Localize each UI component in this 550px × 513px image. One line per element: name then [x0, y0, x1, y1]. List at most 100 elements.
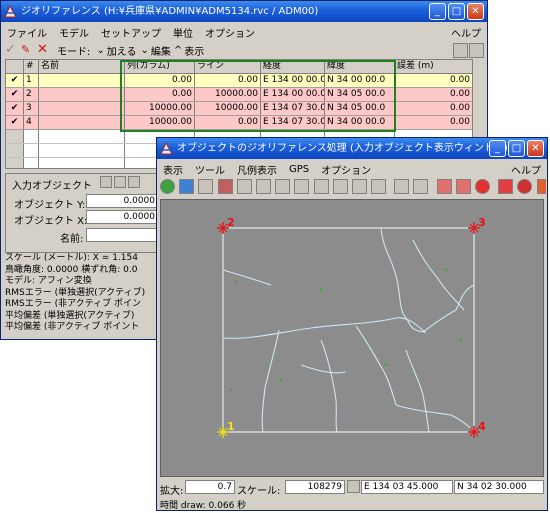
menu-tools[interactable]: ツール: [189, 162, 231, 177]
zoom-full-icon[interactable]: [332, 179, 348, 194]
minimize-button[interactable]: _: [489, 140, 506, 157]
point-label-4: 4: [478, 420, 486, 433]
main-title-bar[interactable]: ジオリファレンス (H:¥兵庫県¥ADMIN¥ADM5134.rvc / ADM…: [1, 1, 487, 22]
map-canvas[interactable]: 2 3 4 1: [160, 199, 544, 477]
object-x-label: オブジェクト X:: [14, 216, 88, 227]
row-name[interactable]: [39, 88, 125, 101]
minimize-button[interactable]: _: [429, 3, 446, 20]
main-title: ジオリファレンス (H:¥兵庫県¥ADMIN¥ADM5134.rvc / ADM…: [21, 6, 319, 17]
crosshair-icon[interactable]: [236, 179, 252, 194]
menu-legend[interactable]: 凡例表示: [231, 162, 283, 177]
full-view-icon[interactable]: [198, 179, 214, 194]
info-rms-active: RMSエラー (単独選択(アクティブ): [5, 287, 146, 298]
move-icon[interactable]: [217, 179, 233, 194]
object-y-field[interactable]: 0.0000: [86, 194, 158, 208]
app-icon: [160, 142, 173, 155]
coordinate-pick-icon[interactable]: [347, 480, 360, 493]
header-num: #: [24, 60, 39, 73]
edit-mode-label[interactable]: 編集: [151, 43, 171, 58]
add-row-icon[interactable]: [453, 42, 468, 58]
name-label: 名前:: [60, 234, 84, 245]
zoom-label: 拡大:: [160, 486, 184, 497]
object-x-field[interactable]: 0.0000: [86, 210, 158, 224]
info-scale: スケール (メートル): X = 1.154: [5, 253, 138, 263]
zoom-out-icon[interactable]: [294, 179, 310, 194]
menu-gps[interactable]: GPS: [283, 164, 315, 175]
menu-help[interactable]: ヘルプ: [505, 162, 547, 177]
select-icon[interactable]: [394, 179, 410, 194]
edit-icon[interactable]: [413, 179, 429, 194]
display-mode-label[interactable]: 表示: [184, 43, 204, 58]
search-icon[interactable]: [498, 179, 514, 194]
menu-help[interactable]: ヘルプ: [445, 25, 487, 40]
view-title: オブジェクトのジオリファレンス処理 (入力オブジェクト表示ウィンドウ): [177, 143, 508, 154]
row-name[interactable]: [39, 74, 125, 87]
row-active-check-icon[interactable]: ✔: [6, 102, 24, 115]
row-error: 0.00: [449, 75, 470, 85]
input-tool-1-icon[interactable]: [100, 176, 112, 188]
delete-icon[interactable]: ✕: [37, 43, 52, 58]
input-object-panel: 入力オブジェクト オブジェクト Y: 0.0000 オブジェクト X: 0.00…: [5, 173, 158, 253]
object-view-window: オブジェクトのジオリファレンス処理 (入力オブジェクト表示ウィンドウ) _ □ …: [156, 137, 548, 511]
close-button[interactable]: ✕: [527, 140, 544, 157]
row-active-check-icon[interactable]: ✔: [6, 74, 24, 87]
highlight-box: [120, 60, 396, 132]
input-tool-2-icon[interactable]: [114, 176, 126, 188]
target-icon[interactable]: [517, 179, 533, 194]
point-label-1: 1: [227, 420, 235, 433]
mode-label: モード:: [57, 46, 91, 58]
draw-time-status: 時間 draw: 0.066 秒: [160, 501, 247, 511]
input-tool-3-icon[interactable]: [128, 176, 140, 188]
checkmark-icon[interactable]: ✓: [5, 43, 20, 58]
longitude-field: E 134 03 45.000: [361, 480, 453, 494]
close-button[interactable]: ✕: [467, 3, 484, 20]
maximize-button[interactable]: □: [448, 3, 465, 20]
name-field[interactable]: [86, 228, 158, 242]
redraw-icon[interactable]: [160, 179, 175, 194]
row-num: 3: [24, 102, 39, 115]
zoom-box-icon[interactable]: [255, 179, 271, 194]
cursor-icon[interactable]: [536, 179, 546, 194]
row-error: 0.00: [449, 117, 470, 127]
zoom-field[interactable]: 0.7: [185, 480, 235, 494]
add-mode-label[interactable]: 加える: [107, 43, 137, 58]
camera-icon[interactable]: [371, 179, 387, 194]
display-mode-caret-icon[interactable]: ^: [174, 45, 182, 56]
remove-row-icon[interactable]: [469, 42, 484, 58]
zoom-in-icon[interactable]: [275, 179, 291, 194]
pan-icon[interactable]: [179, 179, 195, 194]
maximize-button[interactable]: □: [508, 140, 525, 157]
stop-icon[interactable]: [475, 179, 490, 194]
menu-file[interactable]: ファイル: [1, 25, 53, 40]
edit-point-icon[interactable]: ✎: [21, 43, 36, 58]
menu-model[interactable]: モデル: [53, 25, 95, 40]
row-name[interactable]: [39, 102, 125, 115]
row-error: 0.00: [449, 103, 470, 113]
arrow-left-icon[interactable]: [436, 179, 452, 194]
menu-options[interactable]: オプション: [199, 25, 261, 40]
arrow-right-icon[interactable]: [455, 179, 471, 194]
menu-options[interactable]: オプション: [315, 162, 377, 177]
main-toolbar: ✓ ✎ ✕ モード: ⌄ 加える ⌄ 編集 ^ 表示: [5, 42, 485, 58]
row-active-check-icon[interactable]: ✔: [6, 88, 24, 101]
row-name[interactable]: [39, 116, 125, 129]
boundary-lines: [222, 227, 475, 433]
zoom-previous-icon[interactable]: [313, 179, 329, 194]
object-y-label: オブジェクト Y:: [14, 200, 86, 211]
settings-icon[interactable]: [351, 179, 367, 194]
header-error: 誤差 (m): [397, 61, 434, 71]
view-title-bar[interactable]: オブジェクトのジオリファレンス処理 (入力オブジェクト表示ウィンドウ) _ □ …: [157, 138, 547, 159]
view-menubar: 表示 ツール 凡例表示 GPS オプション ヘルプ: [157, 161, 547, 177]
menu-setup[interactable]: セットアップ: [95, 25, 167, 40]
info-model: モデル: アフィン変換: [5, 276, 92, 286]
row-num: 2: [24, 88, 39, 101]
scale-field[interactable]: 108279: [285, 480, 345, 494]
edit-mode-chevron-icon[interactable]: ⌄: [140, 45, 148, 56]
info-mean-active: 平均偏差 (単独選択(アクティブ): [5, 310, 135, 321]
point-label-3: 3: [478, 216, 486, 229]
add-mode-chevron-icon[interactable]: ⌄: [96, 45, 104, 56]
row-active-check-icon[interactable]: ✔: [6, 116, 24, 129]
menu-units[interactable]: 単位: [167, 25, 199, 40]
scale-label: スケール:: [237, 486, 281, 497]
menu-view[interactable]: 表示: [157, 162, 189, 177]
